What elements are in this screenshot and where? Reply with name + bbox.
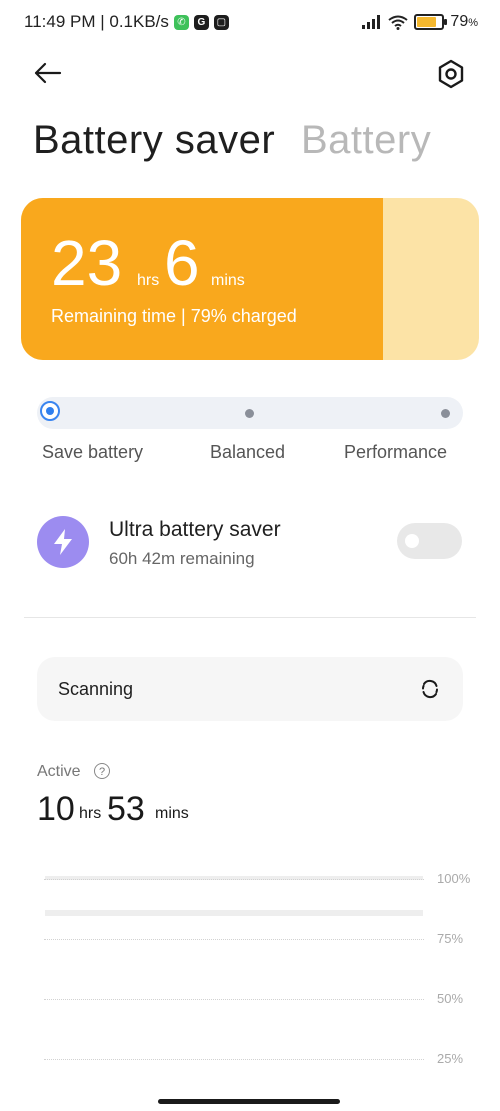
scan-label: Scanning xyxy=(58,679,134,699)
whatsapp-icon: ✆ xyxy=(173,14,189,30)
section-divider xyxy=(24,617,476,618)
scan-card[interactable]: Scanning xyxy=(37,657,463,721)
ultra-saver-title: Ultra battery saver xyxy=(109,518,281,541)
active-label: Active xyxy=(37,763,81,780)
y-label-50: 50% xyxy=(437,991,464,1006)
toggle-knob xyxy=(405,534,419,548)
slider-knob-save-battery[interactable] xyxy=(40,401,60,421)
settings-hex-icon xyxy=(438,59,464,89)
status-bar-right: 79% xyxy=(362,13,478,31)
wifi-icon xyxy=(388,15,409,30)
grid-line-100 xyxy=(44,879,424,880)
y-label-25: 25% xyxy=(437,1051,464,1066)
usage-band-middle xyxy=(45,910,423,916)
refresh-spinner-icon[interactable] xyxy=(420,679,440,699)
grid-line-25 xyxy=(44,1059,424,1060)
remaining-minutes-unit: mins xyxy=(211,272,245,289)
grid-line-50 xyxy=(44,999,424,1000)
active-hours-unit: hrs xyxy=(79,805,102,822)
lightning-bolt-icon xyxy=(54,529,72,555)
arrow-left-icon xyxy=(34,62,62,84)
chat-app-icon: ▢ xyxy=(213,14,229,30)
g-app-icon: G xyxy=(193,14,209,30)
active-minutes: 53 xyxy=(107,790,145,828)
remaining-time-card[interactable]: 23 hrs 6 mins Remaining time | 79% charg… xyxy=(21,198,479,360)
remaining-minutes: 6 xyxy=(164,227,200,299)
y-label-100: 100% xyxy=(437,871,471,886)
back-button[interactable] xyxy=(32,58,68,88)
mode-label-save-battery[interactable]: Save battery xyxy=(42,442,143,463)
ultra-saver-toggle[interactable] xyxy=(397,523,462,559)
remaining-subtitle: Remaining time | 79% charged xyxy=(51,306,297,326)
tab-battery[interactable]: Battery xyxy=(301,118,431,163)
remaining-hours: 23 xyxy=(51,227,123,299)
ultra-saver-icon-circle xyxy=(37,516,89,568)
signal-icon xyxy=(362,15,381,29)
status-time-speed: 11:49 PM | 0.1KB/s xyxy=(24,12,169,31)
ultra-saver-subtitle: 60h 42m remaining xyxy=(109,549,255,568)
status-bar-left: 11:49 PM | 0.1KB/s ✆ G ▢ xyxy=(24,12,229,32)
y-label-75: 75% xyxy=(437,931,464,946)
slider-dot-performance[interactable] xyxy=(441,409,450,418)
battery-percent: 79% xyxy=(450,13,478,30)
mode-label-balanced[interactable]: Balanced xyxy=(210,442,285,463)
question-circle-icon[interactable]: ? xyxy=(94,763,110,779)
gesture-nav-handle[interactable] xyxy=(158,1099,340,1104)
active-minutes-unit: mins xyxy=(155,805,189,822)
power-mode-slider[interactable] xyxy=(37,397,463,429)
mode-label-performance[interactable]: Performance xyxy=(344,442,447,463)
slider-dot-balanced[interactable] xyxy=(245,409,254,418)
active-hours: 10 xyxy=(37,790,75,828)
grid-line-75 xyxy=(44,939,424,940)
battery-icon xyxy=(414,14,448,30)
remaining-hours-unit: hrs xyxy=(137,272,160,289)
settings-button[interactable] xyxy=(436,58,472,92)
tab-battery-saver[interactable]: Battery saver xyxy=(33,118,275,163)
